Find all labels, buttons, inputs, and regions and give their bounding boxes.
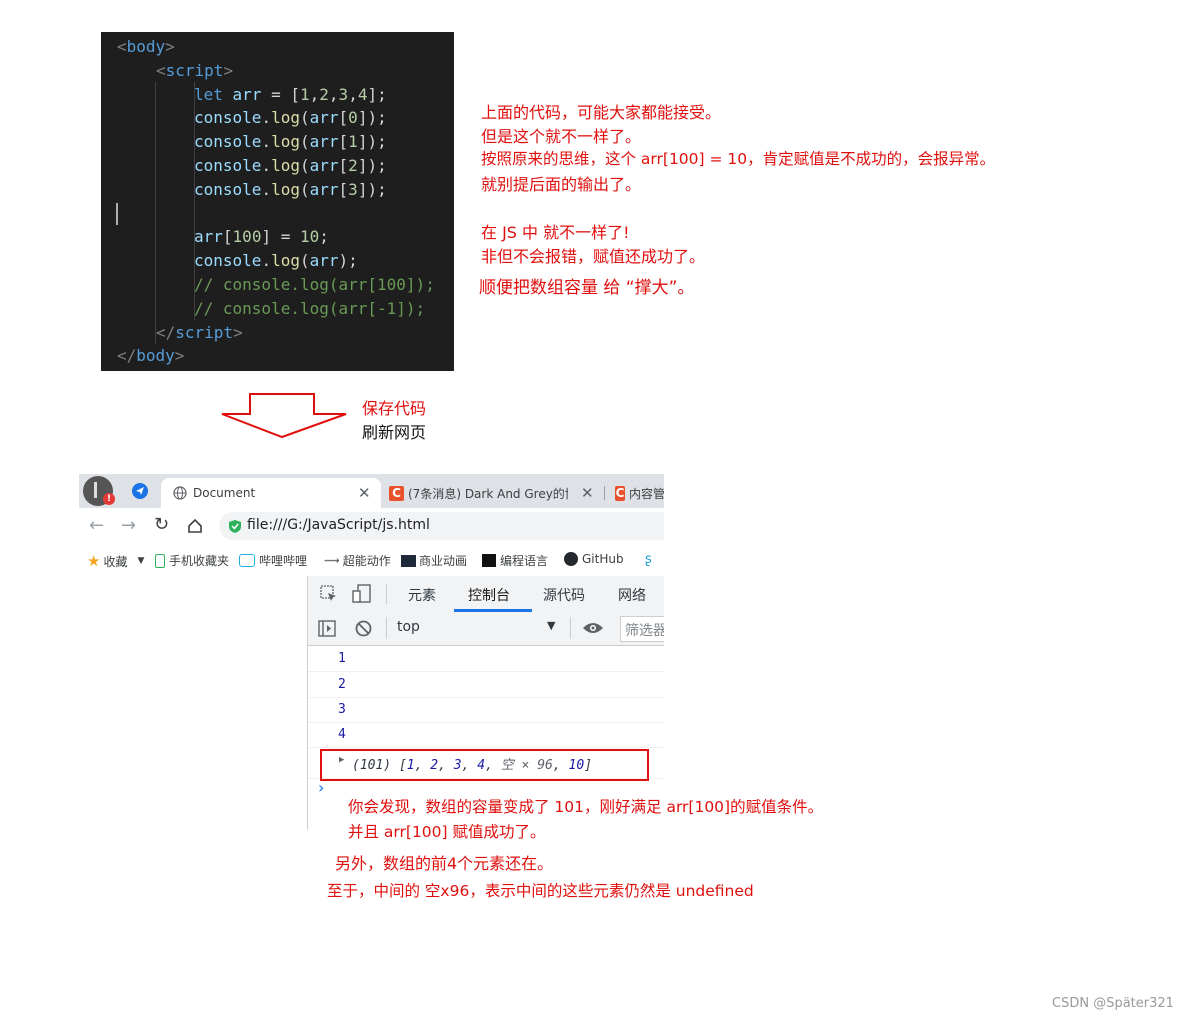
code-comment: // console.log(arr[100]); [194, 274, 435, 294]
sidebar-toggle-icon[interactable] [318, 620, 336, 637]
tab-label: 内容管 [628, 486, 664, 501]
home-icon[interactable] [187, 518, 203, 534]
down-arrow-icon [221, 393, 347, 439]
device-toolbar-icon[interactable] [352, 584, 372, 604]
arrow-label: 保存代码 [362, 399, 427, 418]
csdn-icon: C [389, 485, 404, 501]
github-icon [564, 552, 578, 566]
avatar[interactable]: ! [83, 476, 115, 506]
bookmark-item[interactable]: ʂ [645, 552, 652, 567]
code-line: console.log(arr[2]); [194, 155, 387, 175]
animation-icon [401, 554, 416, 567]
reload-icon[interactable]: ↻ [154, 514, 169, 535]
bookmark-item[interactable]: 手机收藏夹 [155, 552, 229, 569]
dropdown-icon: ▼ [547, 619, 556, 632]
eye-icon[interactable] [582, 621, 604, 635]
context-select[interactable]: top ▼ [392, 616, 562, 640]
bookmarks-bar: ★ 收藏 ▼ 手机收藏夹 哔哩哔哩 ⟿ 超能动作 商业动画 编程语言 GitHub ʂ [79, 544, 664, 577]
bilibili-icon [239, 554, 255, 567]
code-line: let arr = [1,2,3,4]; [194, 84, 387, 104]
code-line: <script> [156, 60, 234, 80]
tab-network[interactable]: 网络 [618, 585, 646, 605]
inspect-element-icon[interactable] [320, 585, 338, 603]
annotation-line: 在 JS 中 就不一样了! [481, 223, 630, 242]
tab-divider [604, 486, 605, 500]
tab-elements[interactable]: 元素 [408, 585, 436, 605]
code-line-empty[interactable] [101, 202, 454, 226]
code-icon [482, 554, 496, 567]
tab-document[interactable]: Document ✕ [161, 478, 381, 508]
console-log-row: 2 [308, 672, 664, 698]
code-line: console.log(arr[0]); [194, 108, 387, 128]
annotation-line: 至于，中间的 空x96，表示中间的这些元素仍然是 undefined [327, 882, 754, 900]
bookmark-icon: ʂ [645, 552, 652, 567]
annotation-line: 非但不会报错，赋值还成功了。 [481, 247, 706, 266]
annotation-line: 顺便把数组容量 给 “撑大”。 [479, 278, 695, 298]
bookmark-favorites[interactable]: ★ 收藏 ▼ [87, 552, 144, 570]
tab-csdn[interactable]: C (7条消息) Dark And Grey的博 ✕ [389, 478, 594, 508]
annotation-line: 另外，数组的前4个元素还在。 [335, 854, 554, 873]
tab-sources[interactable]: 源代码 [543, 585, 585, 605]
csdn-icon: C [615, 485, 625, 501]
url-field[interactable]: file:///G:/JavaScript/js.html [219, 512, 664, 540]
tab-console[interactable]: 控制台 [468, 585, 510, 605]
arrow-label: 刷新网页 [362, 423, 427, 442]
code-line: console.log(arr[1]); [194, 132, 387, 152]
console-log-row: 3 [308, 697, 664, 723]
annotation-line: 按照原来的思维，这个 arr[100] = 10，肯定赋值是不成功的，会报异常。 [481, 150, 996, 168]
annotation-line: 你会发现，数组的容量变成了 101，刚好满足 arr[100]的赋值条件。 [348, 798, 824, 816]
text-cursor [116, 202, 118, 225]
tab-bar: ! Document ✕ C (7条消息) Dark And Grey的博 ✕ … [79, 474, 664, 508]
pinned-tab-icon[interactable] [131, 482, 149, 500]
bookmark-item[interactable]: ⟿ 超能动作 [324, 552, 391, 569]
code-line: </script> [156, 322, 243, 342]
annotation-line: 就别提后面的输出了。 [481, 175, 642, 194]
code-line: console.log(arr[3]); [194, 179, 387, 199]
code-editor: <body> <script> let arr = [1,2,3,4]; con… [101, 32, 454, 371]
action-icon: ⟿ [324, 554, 340, 567]
console-log-row: 4 [308, 722, 664, 748]
devtools-panel: 元素 控制台 源代码 网络 top ▼ 筛选器 1 2 3 4 ▶ (101) [308, 576, 664, 830]
devtools-tabs: 元素 控制台 源代码 网络 [308, 576, 664, 613]
tab-label: Document [193, 486, 256, 500]
watermark: CSDN @Später321 [1052, 996, 1174, 1011]
shield-icon [229, 520, 241, 533]
close-icon[interactable]: ✕ [581, 484, 594, 502]
bookmark-item[interactable]: 编程语言 [482, 552, 548, 569]
filter-input[interactable]: 筛选器 [620, 616, 664, 642]
filter-placeholder: 筛选器 [625, 623, 664, 639]
tab-label: (7条消息) Dark And Grey的博 [408, 486, 568, 501]
star-icon: ★ [87, 552, 101, 570]
chevron-down-icon: ▼ [137, 556, 145, 566]
address-bar-row: ← → ↻ file:///G:/JavaScript/js.html [79, 508, 664, 544]
bookmark-github[interactable]: GitHub [564, 552, 624, 566]
page-viewport [79, 576, 308, 830]
close-icon[interactable]: ✕ [358, 484, 371, 502]
phone-icon [155, 553, 165, 568]
clear-console-icon[interactable] [355, 620, 372, 637]
highlight-box [320, 749, 649, 781]
annotation-line: 但是这个就不一样了。 [481, 127, 642, 146]
annotation-line: 并且 arr[100] 赋值成功了。 [348, 823, 546, 841]
url-text: file:///G:/JavaScript/js.html [247, 517, 430, 533]
context-value: top [397, 619, 420, 635]
code-line: arr[100] = 10; [194, 227, 329, 247]
bookmark-item[interactable]: 商业动画 [401, 552, 467, 569]
console-toolbar: top ▼ 筛选器 [308, 612, 664, 646]
code-line: <body> [117, 37, 175, 56]
back-icon[interactable]: ← [89, 515, 104, 536]
code-comment: // console.log(arr[-1]); [194, 298, 426, 318]
tab-content[interactable]: C 内容管 [615, 478, 664, 508]
code-line: console.log(arr); [194, 251, 358, 271]
forward-icon[interactable]: → [121, 515, 136, 536]
globe-icon [173, 486, 187, 500]
annotation-line: 上面的代码，可能大家都能接受。 [481, 103, 722, 122]
bookmark-item[interactable]: 哔哩哔哩 [239, 552, 307, 569]
code-line: </body> [117, 346, 185, 366]
console-log-row: 1 [308, 646, 664, 672]
